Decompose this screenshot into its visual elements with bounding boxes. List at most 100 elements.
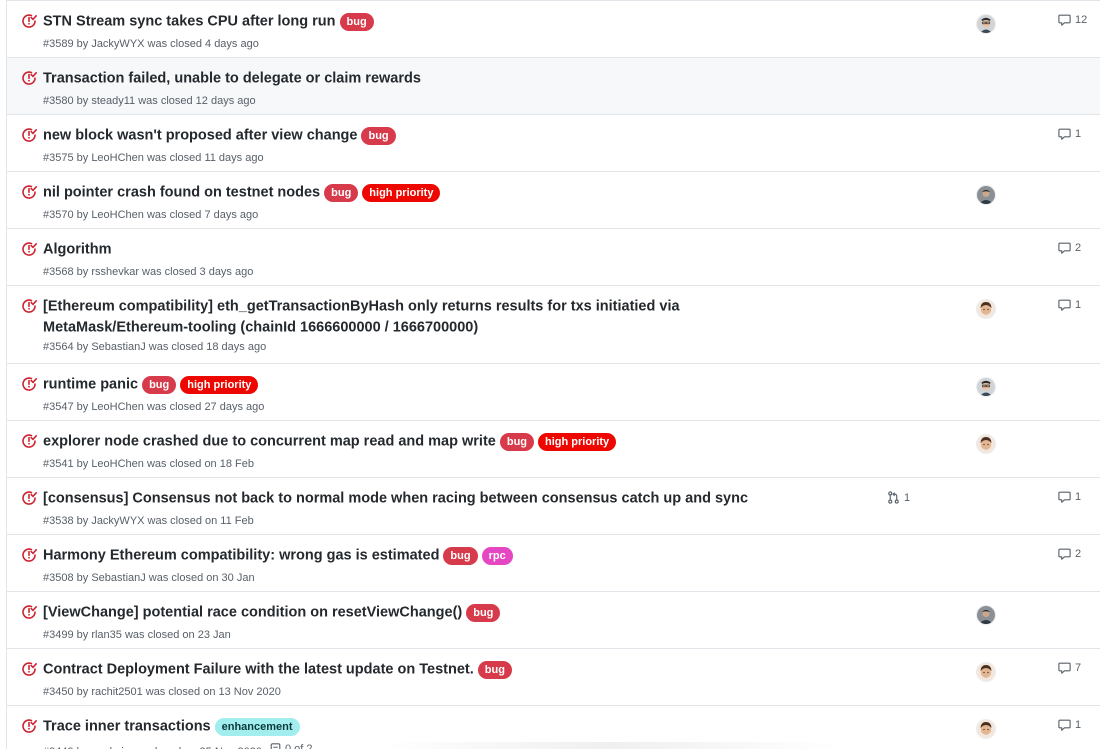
comment-count: 2 [1075, 548, 1082, 560]
label-bug[interactable]: bug [361, 126, 396, 145]
issue-closed-icon [22, 185, 37, 199]
avatar-face[interactable] [977, 300, 995, 318]
issue-meta: #3547 by LeoHChen was closed 27 days ago [43, 401, 264, 413]
issue-row[interactable]: Algorithm #3568 by rsshevkar was closed 3… [7, 228, 1100, 286]
label-high-priority[interactable]: high priority [538, 432, 617, 451]
issue-meta: #3568 by rsshevkar was closed 3 days ago [43, 266, 253, 278]
label-bug[interactable]: bug [477, 660, 512, 679]
avatar-face[interactable] [977, 435, 995, 453]
avatar-glasses[interactable] [977, 378, 995, 396]
issue-meta: #3538 by JackyWYX was closed on 11 Feb [43, 515, 254, 527]
label-enhancement[interactable]: enhancement [214, 717, 300, 736]
issue-title-line: Algorithm [43, 239, 111, 260]
issue-closed-icon [22, 242, 37, 256]
issue-title-line: Trace inner transactions enhancement [43, 716, 300, 737]
issue-meta-text: #3589 by JackyWYX was closed 4 days ago [43, 38, 259, 50]
issue-row[interactable]: [Ethereum compatibility] eth_getTransact… [7, 285, 1100, 364]
issue-meta: #3580 by steady11 was closed 12 days ago [43, 95, 256, 107]
issue-meta-text: #3541 by LeoHChen was closed on 18 Feb [43, 458, 254, 470]
issue-title-link[interactable]: Contract Deployment Failure with the lat… [43, 661, 474, 677]
comment-icon [1058, 548, 1071, 560]
issue-closed-icon [22, 14, 37, 28]
label-bug[interactable]: bug [339, 12, 374, 31]
issue-meta-text: #3499 by rlan35 was closed on 23 Jan [43, 629, 231, 641]
comment-icon [1058, 719, 1071, 731]
linked-pr-count: 1 [904, 491, 911, 504]
issue-closed-icon [22, 71, 37, 85]
avatar-dark[interactable] [977, 186, 995, 204]
comments-link[interactable]: 1 [1058, 491, 1081, 503]
scroll-shadow [380, 742, 840, 749]
checklist-icon [270, 743, 281, 749]
issue-row[interactable]: runtime panic bug high priority #3547 by Le… [7, 363, 1100, 421]
issue-title-line: Harmony Ethereum compatibility: wrong ga… [43, 545, 513, 566]
issue-title-link[interactable]: explorer node crashed due to concurrent … [43, 433, 496, 449]
linked-pull-requests[interactable]: 1 [887, 491, 910, 504]
issue-meta-text: #3547 by LeoHChen was closed 27 days ago [43, 401, 265, 413]
issue-closed-icon [22, 548, 37, 562]
issue-meta: #3564 by SebastianJ was closed 18 days a… [43, 341, 266, 353]
label-bug[interactable]: bug [142, 375, 177, 394]
label-high-priority[interactable]: high priority [180, 375, 259, 394]
issue-title-link[interactable]: nil pointer crash found on testnet nodes [43, 184, 320, 200]
avatar-face[interactable] [977, 663, 995, 681]
label-high-priority[interactable]: high priority [362, 183, 441, 202]
issue-title-line: explorer node crashed due to concurrent … [43, 431, 617, 452]
label-bug[interactable]: bug [324, 183, 359, 202]
issue-row[interactable]: STN Stream sync takes CPU after long run… [7, 0, 1100, 58]
avatar-glasses[interactable] [977, 15, 995, 33]
issue-title-link[interactable]: Harmony Ethereum compatibility: wrong ga… [43, 547, 439, 563]
issue-row[interactable]: Transaction failed, unable to delegate o… [7, 57, 1100, 115]
issue-title-link[interactable]: [consensus] Consensus not back to normal… [43, 490, 748, 506]
comment-icon [1058, 14, 1071, 26]
comments-link[interactable]: 2 [1058, 548, 1081, 560]
comment-count: 12 [1075, 14, 1088, 26]
comments-link[interactable]: 12 [1058, 14, 1087, 26]
label-rpc[interactable]: rpc [481, 546, 513, 565]
comments-link[interactable]: 1 [1058, 128, 1081, 140]
issue-meta: #3450 by rachit2501 was closed on 13 Nov… [43, 686, 281, 698]
issue-title-link[interactable]: Trace inner transactions [43, 718, 211, 734]
issue-title-line: [Ethereum compatibility] eth_getTransact… [43, 296, 680, 339]
comment-icon [1058, 242, 1071, 254]
issue-title-link[interactable]: runtime panic [43, 376, 138, 392]
issue-row[interactable]: [consensus] Consensus not back to normal… [7, 477, 1100, 535]
issue-closed-icon [22, 377, 37, 391]
comments-link[interactable]: 7 [1058, 662, 1081, 674]
label-bug[interactable]: bug [499, 432, 535, 451]
comments-link[interactable]: 1 [1058, 719, 1081, 731]
issue-meta-text: #3450 by rachit2501 was closed on 13 Nov… [43, 686, 281, 698]
issue-title-link[interactable]: STN Stream sync takes CPU after long run [43, 13, 336, 29]
issue-row[interactable]: nil pointer crash found on testnet nodes… [7, 171, 1100, 229]
issue-title-line: [ViewChange] potential race condition on… [43, 602, 501, 623]
issue-meta-text: #3568 by rsshevkar was closed 3 days ago [43, 266, 254, 278]
label-bug[interactable]: bug [443, 546, 478, 565]
issue-title-link[interactable]: Transaction failed, unable to delegate o… [43, 70, 421, 86]
issue-title-line: STN Stream sync takes CPU after long run… [43, 11, 374, 32]
git-pull-request-icon [888, 491, 899, 504]
task-progress-text: 0 of 2 [284, 743, 313, 749]
issue-row[interactable]: Harmony Ethereum compatibility: wrong ga… [7, 534, 1100, 592]
avatar-face[interactable] [977, 720, 995, 738]
issue-meta-text: #3538 by JackyWYX was closed on 11 Feb [43, 515, 254, 527]
comment-icon [1058, 491, 1071, 503]
issue-title-link[interactable]: new block wasn't proposed after view cha… [43, 127, 357, 143]
issue-meta: #3449 by peekpi was closed on 25 Nov 202… [43, 743, 312, 749]
issue-meta: #3570 by LeoHChen was closed 7 days ago [43, 209, 258, 221]
issue-title-link[interactable]: MetaMask/Ethereum-tooling (chainId 16666… [43, 320, 478, 336]
comments-link[interactable]: 1 [1058, 299, 1081, 311]
issue-title-link[interactable]: [ViewChange] potential race condition on… [43, 604, 462, 620]
issue-title-link[interactable]: [Ethereum compatibility] eth_getTransact… [43, 298, 680, 314]
comments-link[interactable]: 2 [1058, 242, 1081, 254]
issue-title-link[interactable]: Algorithm [43, 241, 111, 257]
label-bug[interactable]: bug [466, 603, 501, 622]
avatar-dark[interactable] [977, 606, 995, 624]
issue-row[interactable]: explorer node crashed due to concurrent … [7, 420, 1100, 478]
issue-row[interactable]: Contract Deployment Failure with the lat… [7, 648, 1100, 706]
issue-meta: #3575 by LeoHChen was closed 11 days ago [43, 152, 264, 164]
comment-count: 2 [1075, 242, 1082, 254]
issue-meta-text: #3508 by SebastianJ was closed on 30 Jan [43, 572, 255, 584]
issue-row[interactable]: [ViewChange] potential race condition on… [7, 591, 1100, 649]
issue-row[interactable]: new block wasn't proposed after view cha… [7, 114, 1100, 172]
issue-closed-icon [22, 719, 37, 733]
